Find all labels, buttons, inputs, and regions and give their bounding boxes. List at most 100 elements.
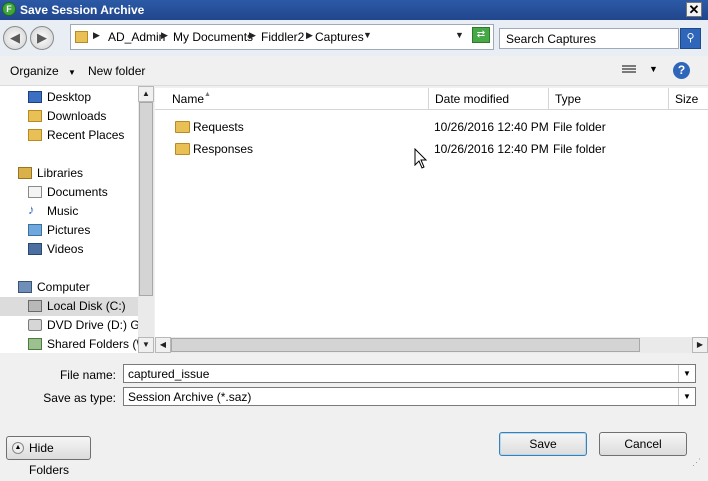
sidebar-item-label: Recent Places — [47, 128, 125, 142]
file-date: 10/26/2016 12:40 PM — [434, 142, 549, 156]
scroll-down-icon[interactable]: ▼ — [138, 337, 154, 353]
shared-folders-icon — [28, 338, 42, 350]
file-name-value: captured_issue — [128, 367, 210, 381]
file-name-label: File name: — [59, 368, 116, 382]
sort-ascending-icon: ▲ — [204, 91, 211, 98]
search-icon[interactable]: ⚲ — [680, 28, 701, 49]
chevron-down-icon: ▼ — [68, 68, 76, 77]
breadcrumb-item[interactable]: Captures — [315, 30, 364, 44]
title-bar: F Save Session Archive ✕ — [0, 0, 708, 20]
file-type: File folder — [553, 120, 606, 134]
scroll-left-icon[interactable]: ◀ — [155, 337, 171, 353]
column-size[interactable]: Size — [669, 88, 708, 109]
mouse-cursor-icon — [414, 148, 428, 169]
dvd-drive-icon — [28, 319, 42, 331]
file-date: 10/26/2016 12:40 PM — [434, 120, 549, 134]
breadcrumb-item[interactable]: Fiddler2 — [261, 30, 304, 44]
horizontal-scroll-thumb[interactable] — [171, 338, 640, 352]
forward-button[interactable]: ▶ — [30, 26, 54, 50]
sidebar-item-label: Pictures — [47, 223, 91, 237]
folder-icon — [75, 31, 88, 43]
videos-icon — [28, 243, 42, 255]
chevron-down-icon[interactable]: ▼ — [678, 365, 695, 382]
file-name: Requests — [193, 120, 244, 134]
sidebar-item-computer[interactable]: Computer — [0, 278, 138, 297]
sidebar-item-label: Documents — [47, 185, 108, 199]
file-name: Responses — [193, 142, 254, 156]
resize-grip-icon[interactable]: ⋰ — [692, 458, 704, 470]
pictures-icon — [28, 224, 42, 236]
sidebar-item-label: Desktop — [47, 90, 92, 104]
sidebar-item-label: Libraries — [37, 166, 84, 180]
cancel-button[interactable]: Cancel — [599, 432, 687, 456]
column-type[interactable]: Type — [549, 88, 669, 109]
search-box[interactable] — [499, 28, 679, 49]
view-options-icon[interactable] — [622, 65, 636, 76]
chevron-down-icon[interactable]: ▼ — [363, 30, 372, 40]
chevron-down-icon[interactable]: ▼ — [649, 64, 658, 74]
sidebar-item-desktop[interactable]: Desktop — [0, 88, 138, 107]
sidebar-item-label: Local Disk (C:) — [47, 299, 126, 313]
folder-icon — [175, 143, 190, 155]
breadcrumb-item[interactable]: AD_Admin — [108, 30, 165, 44]
sidebar-item-music[interactable]: ♪ Music — [0, 202, 138, 221]
hide-folders-label: Hide Folders — [29, 441, 70, 477]
organize-button[interactable]: Organize ▼ — [10, 64, 76, 78]
column-label: Type — [555, 92, 582, 106]
chevron-right-icon[interactable]: ▶ — [249, 30, 256, 41]
sidebar-item-label: Downloads — [47, 109, 107, 123]
back-button[interactable]: ◀ — [3, 26, 27, 50]
search-input[interactable] — [500, 29, 678, 48]
hide-folders-button[interactable]: ▲ Hide Folders — [6, 436, 91, 477]
address-bar[interactable]: ▶ AD_Admin ▶ My Documents ▶ Fiddler2 ▶ C… — [70, 24, 494, 50]
music-icon: ♪ — [28, 202, 35, 217]
column-label: Name — [172, 92, 205, 106]
sidebar-item-libraries[interactable]: Libraries — [0, 164, 138, 183]
file-name-field[interactable]: captured_issue ▼ — [123, 364, 696, 383]
navigation-pane: Desktop Downloads Recent Places Librarie… — [0, 86, 154, 353]
desktop-icon — [28, 91, 42, 103]
save-button[interactable]: Save — [499, 432, 587, 456]
sidebar-item-label: Computer — [37, 280, 90, 294]
save-as-type-value: Session Archive (*.saz) — [128, 390, 252, 404]
scroll-up-icon[interactable]: ▲ — [138, 86, 154, 102]
nav-scroll-thumb[interactable] — [139, 102, 153, 296]
table-row[interactable]: Responses 10/26/2016 12:40 PM File folde… — [155, 139, 708, 159]
refresh-icon[interactable]: ⇄ — [472, 27, 490, 43]
save-as-type-select[interactable]: Session Archive (*.saz) ▼ — [123, 387, 696, 406]
fiddler-app-icon: F — [2, 2, 16, 16]
local-disk-icon — [28, 300, 42, 312]
toolbar: Organize ▼ New folder ▼ ? — [0, 56, 708, 86]
help-icon[interactable]: ? — [673, 62, 690, 79]
sidebar-item-local-disk[interactable]: Local Disk (C:) — [0, 297, 138, 316]
breadcrumb-item[interactable]: My Documents — [173, 30, 253, 44]
close-button[interactable]: ✕ — [686, 2, 702, 17]
column-label: Date modified — [435, 92, 510, 106]
sidebar-item-dvd-drive[interactable]: DVD Drive (D:) GRM — [0, 316, 153, 335]
file-type: File folder — [553, 142, 606, 156]
file-list: Requests 10/26/2016 12:40 PM File folder… — [155, 110, 708, 337]
address-row: ◀ ▶ ▶ AD_Admin ▶ My Documents ▶ Fiddler2… — [0, 20, 708, 56]
table-row[interactable]: Requests 10/26/2016 12:40 PM File folder — [155, 117, 708, 137]
column-name[interactable]: Name ▲ — [155, 88, 429, 109]
sidebar-item-shared-folders[interactable]: Shared Folders (\\v — [0, 335, 149, 353]
window-title: Save Session Archive — [20, 3, 145, 17]
chevron-down-icon[interactable]: ▼ — [678, 388, 695, 405]
sidebar-item-label: Music — [47, 204, 79, 218]
sidebar-item-pictures[interactable]: Pictures — [0, 221, 138, 240]
sidebar-item-videos[interactable]: Videos — [0, 240, 138, 259]
sidebar-item-documents[interactable]: Documents — [0, 183, 138, 202]
sidebar-item-downloads[interactable]: Downloads — [0, 107, 138, 126]
downloads-icon — [28, 110, 42, 122]
save-as-type-label: Save as type: — [43, 391, 116, 405]
column-date-modified[interactable]: Date modified — [429, 88, 549, 109]
organize-label: Organize — [10, 64, 59, 78]
chevron-right-icon[interactable]: ▶ — [306, 30, 313, 41]
chevron-right-icon[interactable]: ▶ — [161, 30, 168, 41]
new-folder-button[interactable]: New folder — [88, 64, 145, 78]
collapse-icon: ▲ — [12, 442, 24, 454]
sidebar-item-recent-places[interactable]: Recent Places — [0, 126, 138, 145]
chevron-right-icon[interactable]: ▶ — [93, 30, 100, 41]
address-dropdown-icon[interactable]: ▼ — [455, 30, 464, 40]
scroll-right-icon[interactable]: ▶ — [692, 337, 708, 353]
